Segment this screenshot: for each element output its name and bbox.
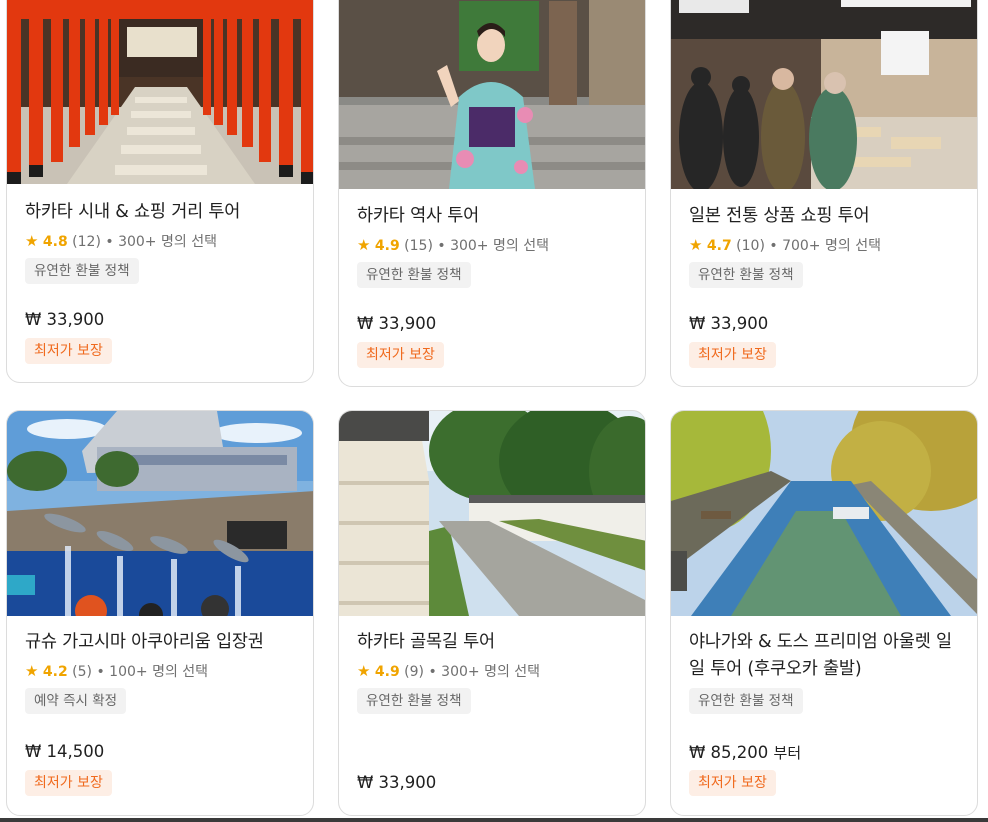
price: ₩ 85,200 부터 — [689, 742, 801, 763]
policy-badge: 유연한 환불 정책 — [357, 688, 471, 714]
card-title: 하카타 역사 투어 — [357, 206, 480, 226]
rating-score: 4.9 — [374, 238, 400, 254]
rating-line: ★ 4.2 (5) • 100+ 명의 선택 — [25, 661, 299, 681]
policy-badge: 유연한 환불 정책 — [25, 258, 139, 284]
price: ₩ 33,900 — [357, 773, 436, 792]
lowest-price-tag: 최저가 보장 — [357, 342, 444, 368]
kimono-photo — [339, 0, 645, 189]
star-icon: ★ — [357, 236, 371, 254]
price: ₩ 33,900 — [25, 310, 104, 329]
bottom-divider — [0, 818, 988, 822]
review-count: (5) — [72, 664, 93, 680]
lowest-price-tag: 최저가 보장 — [25, 338, 112, 364]
card-title: 하카타 시내 & 쇼핑 거리 투어 — [25, 202, 241, 222]
booking-count: • 700+ 명의 선택 — [769, 238, 881, 254]
activity-card[interactable]: 하카타 역사 투어 ★ 4.9 (15) • 300+ 명의 선택 유연한 환불… — [338, 0, 646, 387]
star-icon: ★ — [689, 236, 703, 254]
card-title: 일본 전통 상품 쇼핑 투어 — [689, 206, 870, 226]
aquarium-photo — [7, 411, 313, 616]
lowest-price-tag: 최저가 보장 — [689, 770, 776, 796]
policy-badge: 유연한 환불 정책 — [357, 262, 471, 288]
market-photo — [671, 0, 977, 189]
booking-count: • 100+ 명의 선택 — [96, 664, 209, 680]
lowest-price-tag: 최저가 보장 — [25, 770, 112, 796]
activity-card[interactable]: 하카타 시내 & 쇼핑 거리 투어 ★ 4.8 (12) • 300+ 명의 선… — [6, 0, 314, 383]
canal-photo — [671, 411, 977, 616]
price-value: ₩ 33,900 — [357, 773, 437, 792]
policy-badge: 유연한 환불 정책 — [689, 688, 803, 714]
price: ₩ 33,900 — [689, 314, 768, 333]
price: ₩ 14,500 — [25, 742, 104, 761]
review-count: (10) — [736, 238, 765, 254]
review-count: (9) — [404, 664, 425, 680]
price-value: ₩ 33,900 — [25, 310, 105, 329]
star-icon: ★ — [25, 662, 39, 680]
price-value: ₩ 85,200 — [689, 743, 769, 762]
activity-card[interactable]: 하카타 골목길 투어 ★ 4.9 (9) • 300+ 명의 선택 유연한 환불… — [338, 410, 646, 816]
review-count: (15) — [404, 238, 433, 254]
price: ₩ 33,900 — [357, 314, 436, 333]
alley-photo — [339, 411, 645, 616]
activity-card[interactable]: 야나가와 & 도스 프리미엄 아울렛 일일 투어 (후쿠오카 출발) 유연한 환… — [670, 410, 978, 816]
torii-gate-photo — [7, 0, 313, 184]
policy-badge: 유연한 환불 정책 — [689, 262, 803, 288]
price-value: ₩ 33,900 — [689, 314, 769, 333]
card-title: 하카타 골목길 투어 — [357, 632, 495, 652]
review-count: (12) — [72, 234, 101, 250]
activity-card[interactable]: 규슈 가고시마 아쿠아리움 입장권 ★ 4.2 (5) • 100+ 명의 선택… — [6, 410, 314, 816]
rating-score: 4.7 — [706, 238, 732, 254]
price-value: ₩ 33,900 — [357, 314, 437, 333]
card-title: 야나가와 & 도스 프리미엄 아울렛 일일 투어 (후쿠오카 출발) — [689, 632, 952, 679]
rating-line: ★ 4.9 (9) • 300+ 명의 선택 — [357, 661, 631, 681]
rating-score: 4.9 — [374, 664, 400, 680]
rating-line: ★ 4.9 (15) • 300+ 명의 선택 — [357, 235, 631, 255]
lowest-price-tag: 최저가 보장 — [689, 342, 776, 368]
rating-score: 4.8 — [42, 234, 68, 250]
rating-line: ★ 4.7 (10) • 700+ 명의 선택 — [689, 235, 963, 255]
star-icon: ★ — [25, 232, 39, 250]
price-value: ₩ 14,500 — [25, 742, 105, 761]
booking-count: • 300+ 명의 선택 — [105, 234, 217, 250]
booking-count: • 300+ 명의 선택 — [428, 664, 541, 680]
rating-line: ★ 4.8 (12) • 300+ 명의 선택 — [25, 231, 299, 251]
booking-count: • 300+ 명의 선택 — [437, 238, 549, 254]
confirmation-badge: 예약 즉시 확정 — [25, 688, 127, 714]
rating-score: 4.2 — [42, 664, 68, 680]
star-icon: ★ — [357, 662, 371, 680]
activity-card[interactable]: 일본 전통 상품 쇼핑 투어 ★ 4.7 (10) • 700+ 명의 선택 유… — [670, 0, 978, 387]
card-title: 규슈 가고시마 아쿠아리움 입장권 — [25, 632, 264, 652]
price-suffix: 부터 — [773, 744, 802, 762]
activity-grid: 하카타 시내 & 쇼핑 거리 투어 ★ 4.8 (12) • 300+ 명의 선… — [0, 0, 988, 822]
